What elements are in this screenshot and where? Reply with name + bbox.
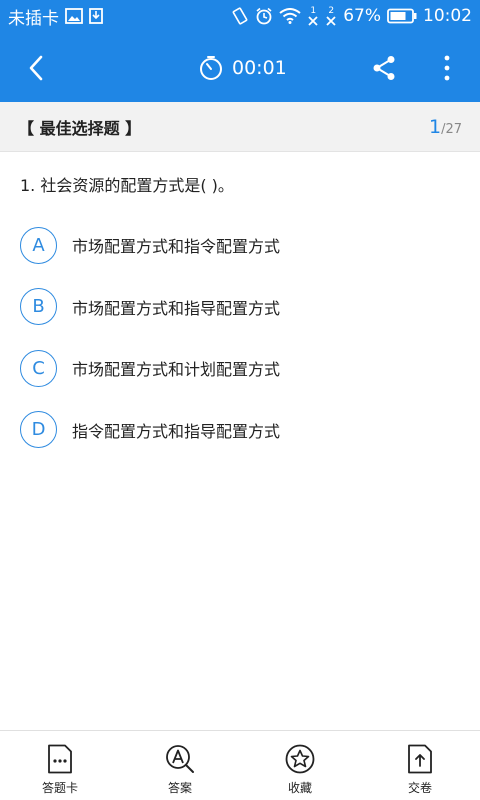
timer-value: 00:01	[232, 57, 287, 79]
option-text: 指令配置方式和指导配置方式	[72, 421, 281, 441]
option-a[interactable]: A 市场配置方式和指令配置方式	[20, 226, 460, 264]
submit-icon	[408, 744, 432, 774]
nav-label: 交卷	[407, 781, 432, 795]
option-d[interactable]: D 指令配置方式和指导配置方式	[20, 411, 460, 449]
option-letter: B	[20, 288, 57, 325]
star-icon	[285, 744, 315, 774]
option-text: 市场配置方式和指导配置方式	[72, 298, 281, 318]
app-bar: 00:01	[0, 32, 480, 102]
question-type-header: 【 最佳选择题 】 1 / 27	[0, 102, 480, 152]
question-progress: 1 / 27	[429, 116, 462, 138]
wifi-icon	[279, 8, 301, 24]
exam-timer: 00:01	[198, 52, 287, 84]
answer-options: A 市场配置方式和指令配置方式 B 市场配置方式和指导配置方式 C 市场配置方式…	[20, 226, 460, 472]
vibrate-icon	[231, 7, 249, 25]
nav-answer-sheet[interactable]: 答题卡	[0, 731, 120, 800]
option-letter: D	[20, 411, 57, 448]
share-button[interactable]	[366, 50, 402, 86]
answer-search-icon	[166, 745, 194, 773]
back-button[interactable]	[16, 50, 56, 86]
nav-answer[interactable]: 答案	[120, 731, 240, 800]
question-type-title: 【 最佳选择题 】	[18, 118, 142, 138]
bottom-nav: 答题卡 答案 收藏 交卷	[0, 730, 480, 800]
sim1-no-signal-icon: 1	[307, 5, 319, 26]
nav-label: 答题卡	[41, 781, 78, 795]
answer-sheet-icon	[48, 744, 72, 774]
chevron-left-icon	[29, 55, 43, 81]
battery-percent: 67%	[343, 6, 381, 26]
sim2-label: 2	[328, 5, 335, 16]
alarm-icon	[255, 7, 273, 25]
status-time: 10:02	[423, 6, 472, 26]
battery-icon	[387, 8, 417, 24]
option-letter: C	[20, 349, 57, 387]
option-letter: A	[20, 226, 57, 264]
more-vertical-icon	[444, 55, 450, 81]
question-text: 1. 社会资源的配置方式是( )。	[20, 176, 234, 195]
nav-submit[interactable]: 交卷	[360, 731, 480, 800]
option-c[interactable]: C 市场配置方式和计划配置方式	[20, 349, 460, 387]
share-icon	[373, 56, 395, 80]
nav-label: 收藏	[287, 781, 312, 795]
sim2-no-signal-icon: 2	[325, 5, 337, 26]
nav-favorite[interactable]: 收藏	[240, 731, 360, 800]
nav-label: 答案	[167, 781, 192, 795]
download-notification-icon	[89, 8, 103, 24]
progress-current: 1	[428, 115, 442, 138]
progress-total: 27	[445, 121, 462, 137]
stopwatch-icon	[200, 56, 222, 80]
carrier-label: 未插卡	[8, 8, 59, 29]
more-options-button[interactable]	[432, 50, 462, 86]
option-text: 市场配置方式和计划配置方式	[72, 360, 281, 379]
status-bar: 未插卡 1 2 67% 10:02	[0, 0, 480, 32]
image-notification-icon	[65, 8, 83, 24]
option-b[interactable]: B 市场配置方式和指导配置方式	[20, 288, 460, 326]
sim1-label: 1	[310, 5, 317, 16]
option-text: 市场配置方式和指令配置方式	[72, 237, 281, 256]
